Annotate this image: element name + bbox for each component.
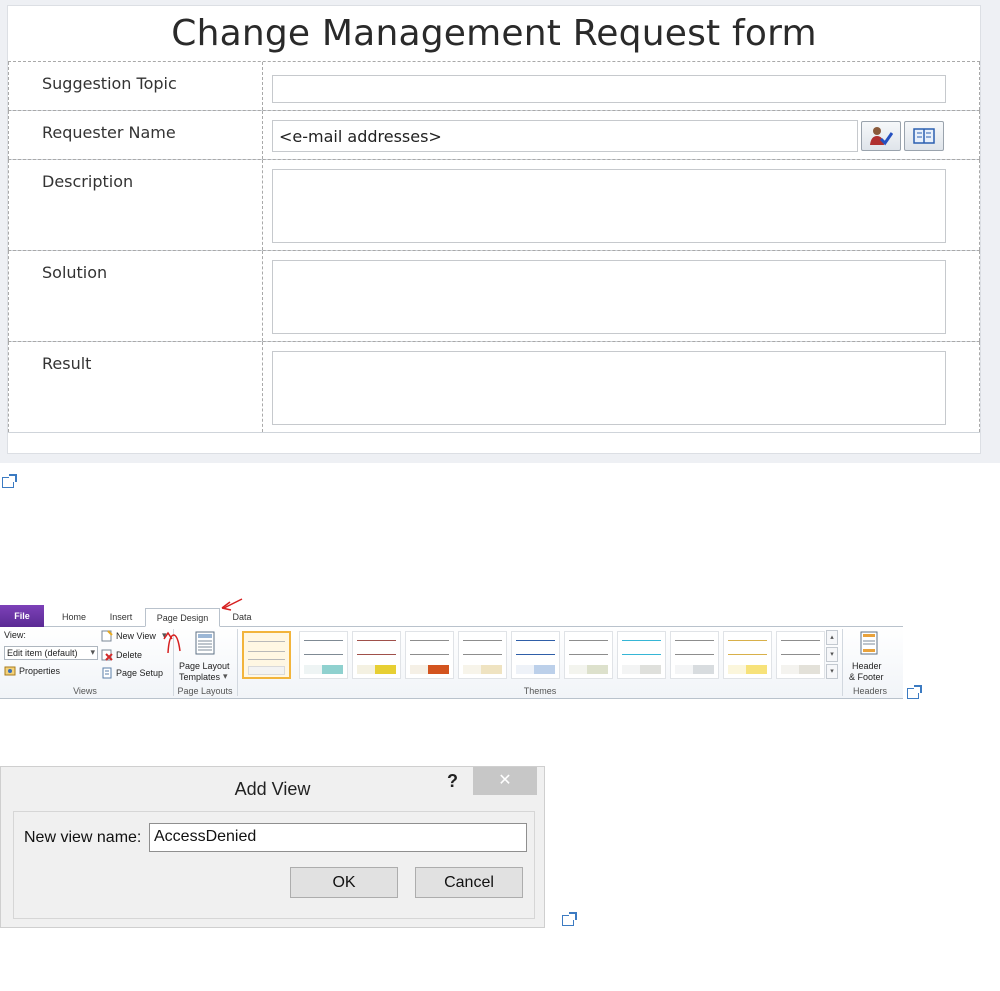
address-book-button[interactable] (904, 121, 944, 151)
theme-accent (428, 665, 449, 674)
form-row-suggestion-topic: Suggestion Topic (8, 61, 980, 111)
dialog-body: New view name: AccessDenied OK Cancel (13, 811, 535, 919)
result-textarea[interactable] (272, 351, 946, 425)
form-canvas: Change Management Request form Suggestio… (7, 5, 981, 454)
header-footer-button[interactable]: Header & Footer (846, 629, 892, 683)
requester-name-label: Requester Name (42, 123, 176, 142)
new-view-name-input[interactable]: AccessDenied (149, 823, 527, 852)
theme-accent (322, 665, 343, 674)
themes-more-button[interactable]: ▾ (826, 664, 838, 679)
headers-group-label: Headers (852, 686, 888, 696)
suggestion-topic-input[interactable] (272, 75, 946, 103)
address-book-icon (913, 128, 935, 144)
form-row-description: Description (8, 159, 980, 251)
form-table: Suggestion Topic Requester Name <e-mail … (8, 61, 980, 433)
theme-swatch-8[interactable] (617, 631, 666, 679)
themes-scroll-down-button[interactable]: ▾ (826, 647, 838, 662)
templates-dropdown-icon: ▾ (223, 671, 228, 681)
theme-accent (375, 665, 396, 674)
person-check-icon (870, 127, 893, 146)
themes-group-label: Themes (523, 686, 557, 696)
form-title: Change Management Request form (171, 13, 817, 54)
theme-swatch-9[interactable] (670, 631, 719, 679)
suggestion-topic-label: Suggestion Topic (42, 74, 177, 93)
check-names-button[interactable] (861, 121, 901, 151)
new-view-name-label: New view name: (24, 829, 142, 846)
annotation-arrow-new-view (167, 634, 181, 654)
theme-accent (640, 665, 661, 674)
theme-swatch-3[interactable] (352, 631, 401, 679)
ok-button[interactable]: OK (290, 867, 398, 898)
close-button[interactable]: ✕ (473, 767, 537, 795)
dialog-title: Add View (234, 779, 311, 799)
theme-accent (799, 665, 820, 674)
annotation-arrow-page-design (223, 598, 243, 609)
header-footer-icon (860, 631, 878, 655)
theme-accent (534, 665, 555, 674)
form-row-requester-name: Requester Name <e-mail addresses> (8, 110, 980, 160)
page-layouts-group-label: Page Layouts (177, 686, 233, 696)
solution-textarea[interactable] (272, 260, 946, 334)
theme-swatch-5[interactable] (458, 631, 507, 679)
form-row-result: Result (8, 341, 980, 433)
theme-swatch-10[interactable] (723, 631, 772, 679)
theme-swatch-4[interactable] (405, 631, 454, 679)
open-in-new-icon[interactable] (2, 474, 17, 488)
theme-swatch-11[interactable] (776, 631, 825, 679)
theme-swatch-6[interactable] (511, 631, 560, 679)
form-row-solution: Solution (8, 250, 980, 342)
ribbon: File Home Insert Page Design Data View: … (0, 598, 903, 699)
add-view-dialog: Add View ? ✕ New view name: AccessDenied… (0, 766, 545, 928)
requester-name-people-picker[interactable]: <e-mail addresses> (272, 120, 858, 152)
open-in-new-icon[interactable] (562, 912, 577, 926)
theme-accent (746, 665, 767, 674)
theme-accent (693, 665, 714, 674)
annotation-overlay (163, 598, 243, 654)
solution-label: Solution (42, 263, 108, 282)
help-button[interactable]: ? (447, 771, 458, 792)
cancel-button[interactable]: Cancel (415, 867, 523, 898)
result-label: Result (42, 354, 92, 373)
themes-scroll-up-button[interactable]: ▴ (826, 630, 838, 645)
description-label: Description (42, 172, 134, 191)
views-group-label: Views (73, 686, 97, 696)
theme-accent (481, 665, 502, 674)
form-panel: Change Management Request form Suggestio… (0, 0, 1000, 463)
theme-accent (587, 665, 608, 674)
description-textarea[interactable] (272, 169, 946, 243)
theme-swatch-2[interactable] (299, 631, 348, 679)
open-in-new-icon[interactable] (907, 685, 922, 699)
theme-swatch-7[interactable] (564, 631, 613, 679)
